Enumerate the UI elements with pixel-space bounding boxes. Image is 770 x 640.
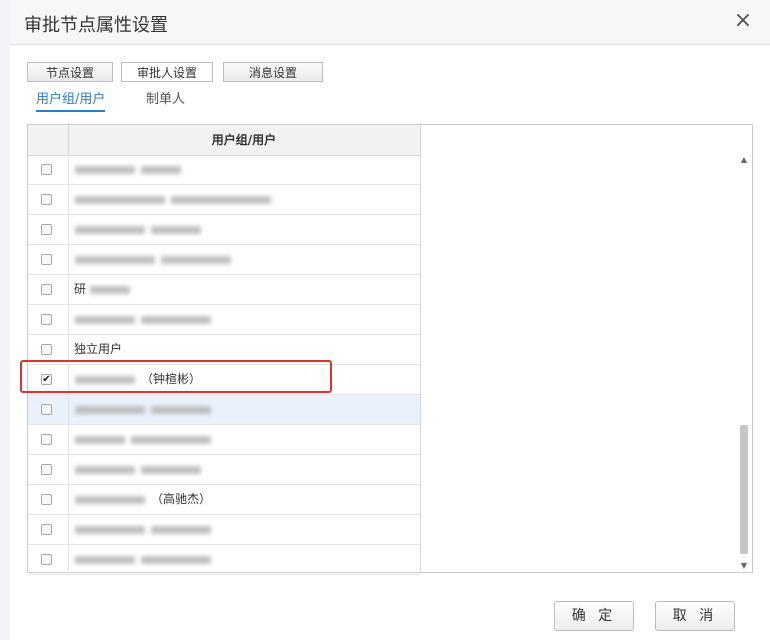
dialog-title: 审批节点属性设置 [24,15,168,36]
checkbox-cell [28,185,69,214]
redacted-text [151,405,211,414]
checkbox-cell [28,515,69,544]
background-window [0,0,10,640]
redacted-text [75,495,145,504]
group-label-text: 研 [74,282,87,296]
list-item-group[interactable]: 研 [28,275,420,305]
redacted-text [75,165,135,174]
row-label [75,395,217,424]
row-checkbox[interactable] [41,224,52,235]
scroll-thumb[interactable] [740,425,748,554]
list-item[interactable] [28,545,420,575]
checkbox-cell [28,215,69,244]
checkbox-cell [28,395,69,424]
vertical-scrollbar[interactable]: ▲ ▼ [737,153,751,573]
list-item[interactable] [28,245,420,275]
redacted-text [141,165,181,174]
row-checkbox[interactable] [41,404,52,415]
user-grid-panel: 用户组/用户 研 独立用户 ✔ （钟楦彬） （高驰杰） ▲ ▼ [27,124,753,575]
redacted-text [75,405,145,414]
redacted-text [75,525,145,534]
subtab-user-group[interactable]: 用户组/用户 [36,88,106,112]
scroll-down-arrow-icon[interactable]: ▼ [737,559,751,573]
close-icon[interactable]: × [730,8,756,34]
row-label [75,215,207,244]
dialog-titlebar: 审批节点属性设置 × [10,0,770,45]
row-label-text: （高驰杰） [151,492,212,506]
subtab-document-creator[interactable]: 制单人 [146,88,185,107]
row-label [75,425,217,454]
checkbox-cell [28,425,69,454]
redacted-text [90,285,131,294]
list-item[interactable] [28,215,420,245]
confirm-button[interactable]: 确 定 [554,601,634,631]
row-label [75,245,237,274]
redacted-text [141,315,211,324]
list-item[interactable] [28,155,420,185]
tab-node-settings[interactable]: 节点设置 [27,62,113,82]
checkbox-cell [28,155,69,184]
row-label [75,545,217,574]
scroll-track[interactable] [740,169,748,554]
row-label [75,305,217,334]
row-label [75,455,207,484]
row-label: 研 [74,275,136,304]
checkbox-cell [28,455,69,484]
row-checkbox[interactable] [41,284,52,295]
row-checkbox[interactable] [41,554,52,565]
list-item-hovered[interactable] [28,395,420,425]
checkbox-cell [28,275,69,304]
row-checkbox[interactable] [41,164,52,175]
redacted-text [171,195,271,204]
row-label: （高驰杰） [75,485,211,514]
grid-column-header: 用户组/用户 [211,133,277,147]
redacted-text [151,525,211,534]
checkbox-cell [28,545,69,574]
cancel-button[interactable]: 取 消 [655,601,735,631]
redacted-text [75,225,145,234]
redacted-text [151,225,201,234]
tab-message-settings[interactable]: 消息设置 [223,62,323,82]
row-checkbox[interactable] [41,194,52,205]
list-item[interactable] [28,425,420,455]
checkbox-cell [28,245,69,274]
list-item[interactable] [28,305,420,335]
selection-highlight-annotation [20,360,332,393]
redacted-text [75,555,135,564]
list-item[interactable] [28,515,420,545]
redacted-text [75,435,125,444]
group-label-text: 独立用户 [74,342,123,356]
row-checkbox[interactable] [41,254,52,265]
row-label [75,185,277,214]
row-checkbox[interactable] [41,344,52,355]
redacted-text [141,555,211,564]
checkbox-cell [28,305,69,334]
list-item[interactable]: （高驰杰） [28,485,420,515]
redacted-text [75,255,155,264]
header-checkbox-column [28,125,69,155]
redacted-text [75,195,165,204]
redacted-text [75,315,135,324]
redacted-text [161,255,231,264]
checkbox-cell [28,485,69,514]
redacted-text [141,465,201,474]
tab-approver-settings[interactable]: 审批人设置 [121,62,213,82]
grid-header: 用户组/用户 [28,125,420,156]
grid-divider [420,125,421,572]
row-checkbox[interactable] [41,464,52,475]
row-checkbox[interactable] [41,314,52,325]
approval-node-settings-dialog: 审批节点属性设置 × 节点设置 审批人设置 消息设置 用户组/用户 制单人 用户… [10,0,770,640]
scroll-up-arrow-icon[interactable]: ▲ [737,153,751,167]
row-checkbox[interactable] [41,524,52,535]
list-item[interactable] [28,185,420,215]
row-checkbox[interactable] [41,434,52,445]
list-item[interactable] [28,455,420,485]
row-label [75,155,187,184]
row-label [75,515,217,544]
row-checkbox[interactable] [41,494,52,505]
redacted-text [131,435,211,444]
redacted-text [75,465,135,474]
